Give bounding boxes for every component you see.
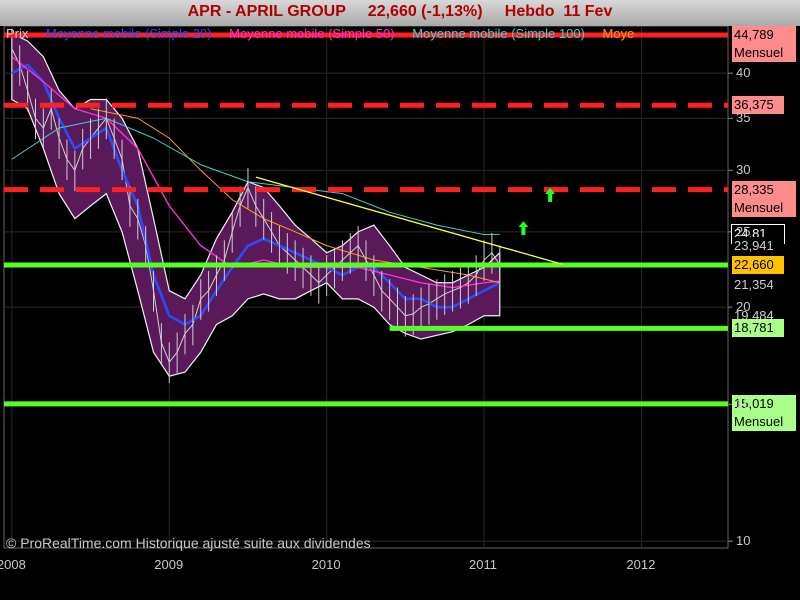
x-tick-label: 2012 [626, 557, 656, 572]
y-tick-label: 25 [736, 223, 751, 239]
legend-item-price: Prix [6, 26, 29, 41]
price-tag: 18,781 [732, 319, 784, 338]
y-tick-label: 40 [736, 65, 751, 81]
y-tick-label: 10 [736, 533, 751, 549]
price-tag-line: 23,941 [734, 238, 774, 254]
price-tag-line: Mensuel [734, 199, 784, 215]
price-tag: 23,941 [732, 237, 784, 256]
chart-title: APR - APRIL GROUP 22,660 (-1,13%) Hebdo … [187, 3, 613, 20]
x-tick-label: 2010 [311, 557, 341, 572]
price-tag: 44,789 Mensuel [732, 26, 796, 62]
y-tick-label: 15 [736, 396, 751, 412]
price-tag-line: 28,335 [734, 181, 774, 197]
price-tag-line: 21,354 [734, 277, 774, 293]
price-tag-line: Mensuel [734, 45, 784, 60]
legend-item-sma20: Moyenne mobile (Simple 20) [46, 26, 212, 41]
price-tag: 21,354 [732, 276, 784, 295]
title-bar: APR - APRIL GROUP 22,660 (-1,13%) Hebdo … [0, 0, 800, 26]
y-tick-label: 20 [736, 299, 751, 315]
legend: Prix Moyenne mobile (Simple 20) Moyenne … [6, 26, 728, 42]
price-tag: 28,335 Mensuel [732, 180, 796, 217]
price-tag-line: 22,660 [734, 257, 774, 273]
y-tick-label: 30 [736, 162, 751, 178]
y-tick-label: 35 [736, 110, 751, 126]
chart-canvas [3, 25, 733, 549]
price-tag-line: Mensuel [734, 413, 784, 429]
legend-item-ma-extra: Moye [602, 26, 635, 41]
x-tick-label: 2011 [469, 557, 497, 572]
legend-item-sma50: Moyenne mobile (Simple 50) [229, 26, 395, 41]
price-tag-line: 18,781 [734, 320, 774, 336]
x-tick-label: 2008 [0, 557, 26, 572]
legend-item-sma100: Moyenne mobile (Simple 100) [412, 26, 585, 41]
x-tick-label: 2009 [154, 557, 184, 572]
price-tag: 22,660 [732, 256, 784, 275]
copyright-footer: © ProRealTime.com Historique ajusté suit… [6, 535, 371, 551]
price-tag-line: 44,789 [734, 27, 774, 42]
